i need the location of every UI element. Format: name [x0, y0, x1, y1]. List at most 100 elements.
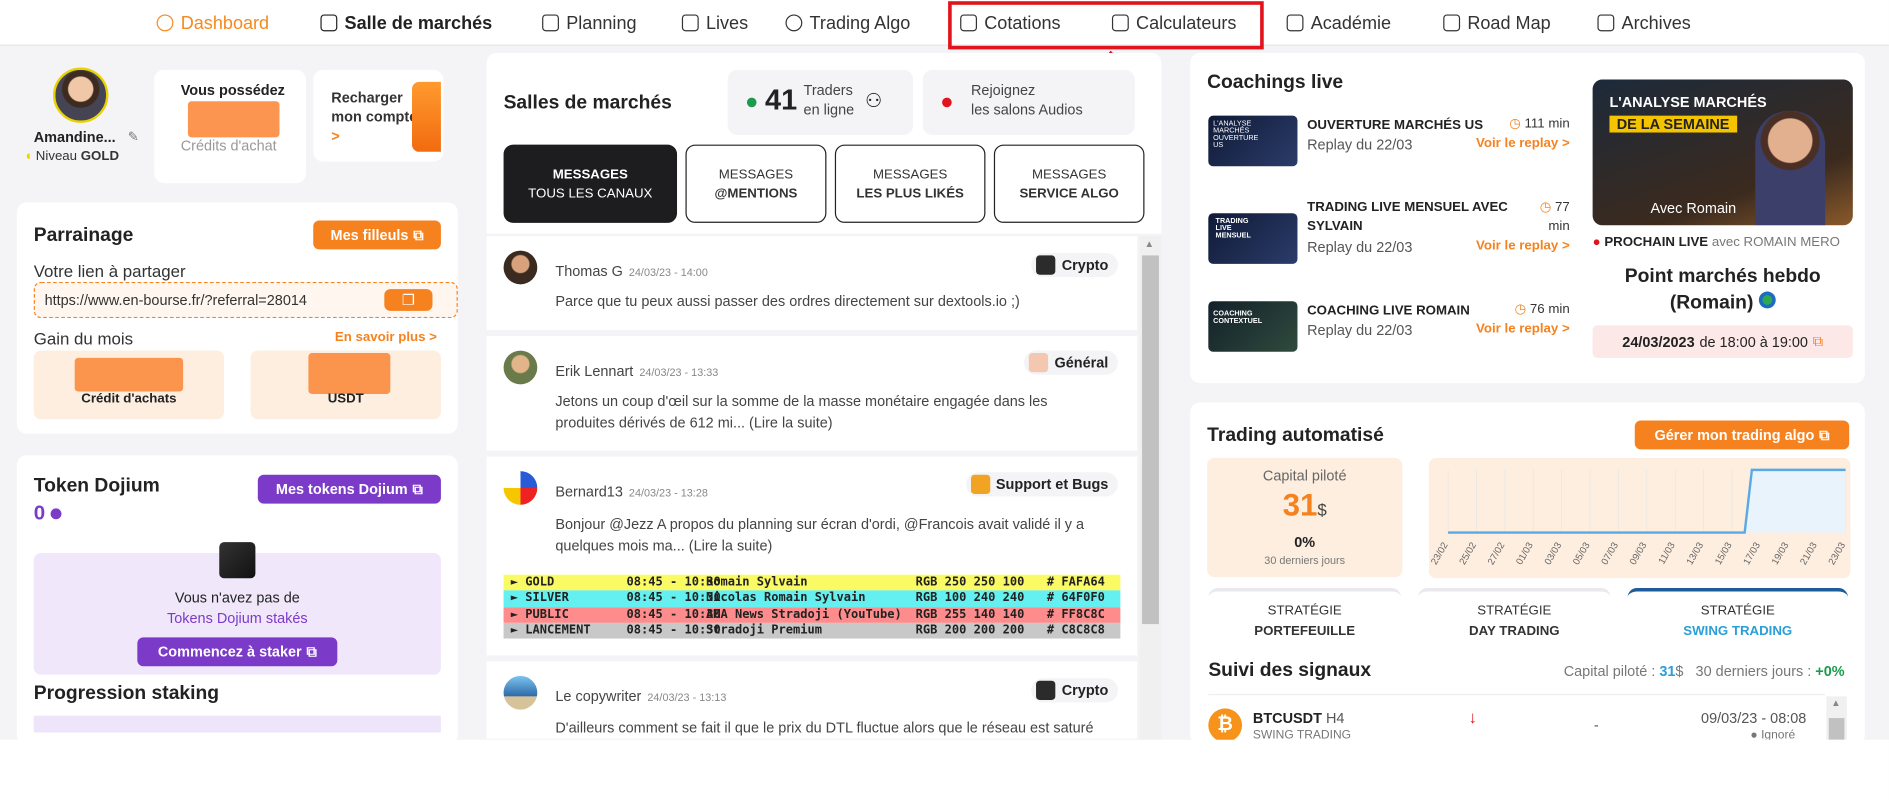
presenter-image — [1755, 110, 1826, 226]
graduation-cap-icon — [1286, 14, 1304, 32]
list-check-icon — [1443, 14, 1461, 32]
profile-name[interactable]: Amandine... — [34, 129, 116, 146]
online-traders: 41 Traders en ligne ⚇ — [727, 69, 914, 135]
coaching-thumbnail: COACHING CONTEXTUEL — [1208, 301, 1298, 352]
robot-icon — [785, 14, 803, 32]
next-live-title: Point marchés hebdo (Romain) — [1624, 266, 1821, 314]
next-live-date[interactable]: 24/03/2023 de 18:00 à 19:00 ⧉ — [1592, 325, 1853, 358]
token-icon — [50, 508, 62, 520]
avatar — [503, 471, 538, 505]
chat-icon — [320, 14, 338, 32]
audio-rooms[interactable]: Rejoignez les salons Audios — [922, 69, 1135, 135]
nav-archives[interactable]: Archives — [1597, 10, 1691, 37]
coaching-item[interactable]: COACHING CONTEXTUEL COACHING LIVE ROMAIN… — [1208, 301, 1570, 361]
coaching-thumbnail: TRADING LIVE MENSUEL — [1208, 213, 1298, 264]
top-navigation: Dashboard Salle de marchés Planning Live… — [0, 0, 1889, 46]
token-amount: 0 — [34, 501, 62, 525]
share-label: Votre lien à partager — [33, 261, 186, 281]
calendar-icon — [542, 14, 559, 32]
channel-tag[interactable]: Général — [1024, 350, 1118, 375]
nav-planning[interactable]: Planning — [542, 10, 637, 37]
blank-footer — [0, 739, 1889, 800]
vault-icon — [219, 542, 256, 579]
down-arrow-icon: ↓ — [1468, 707, 1477, 727]
signals-scrollbar[interactable]: ▲ — [1826, 696, 1847, 740]
gerer-trading-algo-button[interactable]: Gérer mon trading algo ⧉ — [1634, 420, 1850, 450]
external-link-icon: ⧉ — [413, 225, 424, 243]
clock-icon: ◷ — [1514, 302, 1527, 317]
clock-icon: ◷ — [1539, 199, 1552, 215]
external-link-icon: ⧉ — [1819, 425, 1830, 443]
globe-icon — [1758, 291, 1776, 309]
token-card: Token Dojium Mes tokens Dojium ⧉ 0 Vous n… — [16, 455, 458, 745]
external-link-icon: ⧉ — [1812, 332, 1824, 350]
channel-tag[interactable]: Support et Bugs — [965, 472, 1118, 497]
bitcoin-icon — [1036, 680, 1056, 700]
wallet-icon — [412, 81, 441, 152]
tab-mentions[interactable]: MESSAGES @MENTIONS — [685, 144, 827, 223]
tab-tous-les-canaux[interactable]: MESSAGES TOUS LES CANAUX — [503, 144, 678, 223]
redacted-balance — [187, 101, 280, 138]
nav-salle-de-marches[interactable]: Salle de marchés — [320, 10, 492, 37]
coaching-title: Coachings live — [1207, 72, 1344, 93]
schedule-table: ► GOLD 08:45 - 10:30 Romain Sylvain RGB 250… — [503, 574, 1121, 639]
coaching-item[interactable]: TRADING LIVE MENSUEL TRADING LIVE MENSUE… — [1208, 198, 1570, 270]
annotation-highlight-box — [948, 1, 1264, 50]
external-link-icon: ⧉ — [306, 642, 317, 660]
possess-label: Vous possédez — [180, 81, 285, 99]
channel-tag[interactable]: Crypto — [1031, 678, 1118, 703]
feature-live-banner[interactable]: L'ANALYSE MARCHÉS DE LA SEMAINE Avec Rom… — [1592, 79, 1853, 226]
nav-academie[interactable]: Académie — [1286, 10, 1391, 37]
clock-icon: ◷ — [1509, 116, 1521, 132]
tab-service-algo[interactable]: MESSAGES SERVICE ALGO — [993, 144, 1145, 223]
scrollbar-thumb[interactable] — [1828, 718, 1845, 740]
avatar[interactable] — [53, 67, 109, 123]
strategy-portefeuille[interactable]: STRATÉGIE PORTEFEUILLE — [1208, 587, 1402, 651]
message-item[interactable]: Erik Lennart 24/03/23 - 13:33 Général Jet… — [486, 336, 1138, 451]
message-item[interactable]: Thomas G 24/03/23 - 14:00 Crypto Parce qu… — [486, 236, 1138, 331]
bitcoin-icon: ₿ — [1208, 708, 1243, 743]
copy-icon: ❐ — [401, 291, 415, 309]
mes-tokens-button[interactable]: Mes tokens Dojium ⧉ — [257, 474, 441, 504]
voir-replay-link[interactable]: Voir le replay > — [1476, 322, 1570, 336]
voir-replay-link[interactable]: Voir le replay > — [1476, 239, 1570, 253]
messages-scrollbar[interactable]: ▲ — [1139, 236, 1162, 740]
en-savoir-plus-link[interactable]: En savoir plus > — [335, 330, 437, 344]
support-icon — [970, 474, 990, 494]
voir-replay-link[interactable]: Voir le replay > — [1476, 136, 1570, 150]
strategy-day-trading[interactable]: STRATÉGIE DAY TRADING — [1417, 587, 1611, 651]
referral-link-field[interactable]: https://www.en-bourse.fr/?referral=28014… — [33, 281, 458, 319]
mes-filleuls-button[interactable]: Mes filleuls ⧉ — [313, 220, 441, 250]
recharge-card[interactable]: Recharger mon compte > — [313, 69, 444, 162]
channel-tag[interactable]: Crypto — [1031, 253, 1118, 278]
nav-lives[interactable]: Lives — [681, 10, 748, 37]
commencez-staker-button[interactable]: Commencez à staker ⧉ — [137, 637, 338, 667]
live-dot-icon: ● — [1592, 234, 1601, 250]
play-icon — [681, 14, 699, 32]
strategy-swing-trading[interactable]: STRATÉGIE SWING TRADING — [1627, 587, 1849, 651]
edit-icon[interactable]: ✎ — [128, 129, 139, 144]
gain-label: Gain du mois — [33, 328, 134, 349]
nav-trading-algo[interactable]: Trading Algo — [785, 10, 910, 37]
scroll-up-icon[interactable]: ▲ — [1831, 698, 1841, 709]
capital-pilot-box: Capital piloté 31$ 0% 30 derniers jours — [1207, 457, 1403, 578]
users-icon: ⚇ — [864, 91, 883, 113]
nav-road-map[interactable]: Road Map — [1443, 10, 1551, 37]
app-window: Dashboard Salle de marchés Planning Live… — [0, 0, 1889, 800]
coaching-item[interactable]: L'ANALYSE MARCHÉS OUVERTURE US OUVERTURE… — [1208, 115, 1570, 176]
live-dot-icon — [942, 97, 952, 108]
message-item[interactable]: Le copywriter 24/03/23 - 13:13 Crypto D'a… — [486, 661, 1138, 739]
avatar — [503, 250, 538, 285]
profile-level: ◖ Niveau GOLD — [24, 149, 120, 164]
scroll-up-icon[interactable]: ▲ — [1144, 239, 1154, 250]
schedule-row: ► GOLD 08:45 - 10:30 Romain Sylvain RGB 250… — [503, 574, 1121, 591]
dashboard-icon — [156, 14, 174, 32]
capital-chart: 23/02 25/02 27/02 01/03 03/03 05/03 07/03 09/03… — [1428, 457, 1851, 579]
nav-dashboard[interactable]: Dashboard — [156, 10, 269, 37]
staking-progress-title: Progression staking — [33, 683, 220, 704]
copy-button[interactable]: ❐ — [384, 289, 433, 311]
scrollbar-thumb[interactable] — [1142, 255, 1159, 625]
credits-label: Crédits d'achat — [180, 137, 277, 155]
signal-row[interactable]: ₿ BTCUSDT H4 SWING TRADING ↓ - 09/03/23 … — [1208, 693, 1826, 743]
tab-plus-likes[interactable]: MESSAGES LES PLUS LIKÉS — [834, 144, 986, 223]
